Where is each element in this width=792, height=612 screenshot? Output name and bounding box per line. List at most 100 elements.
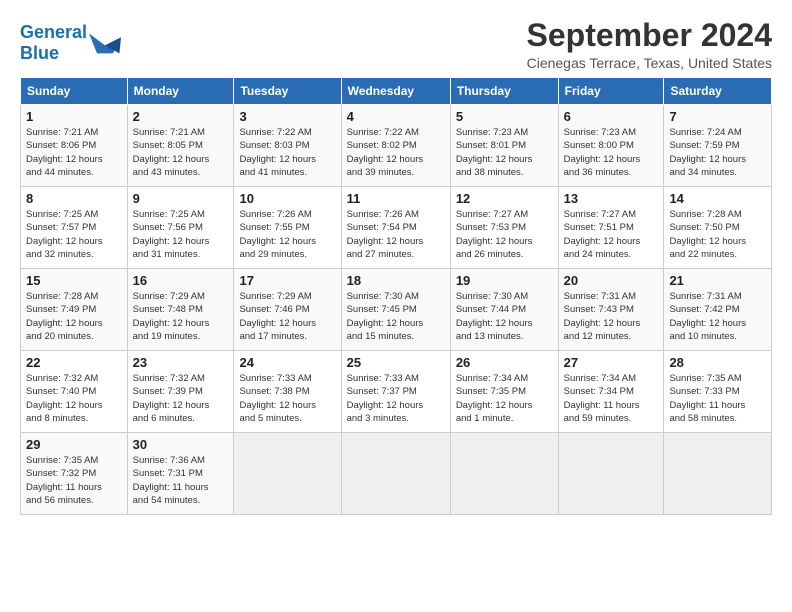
day-info: Sunrise: 7:29 AM Sunset: 7:48 PM Dayligh… bbox=[133, 290, 229, 343]
day-number: 17 bbox=[239, 273, 335, 288]
calendar-day-header: Monday bbox=[127, 78, 234, 105]
calendar-day-cell: 29 Sunrise: 7:35 AM Sunset: 7:32 PM Dayli… bbox=[21, 433, 128, 515]
subtitle: Cienegas Terrace, Texas, United States bbox=[527, 55, 772, 71]
day-number: 4 bbox=[347, 109, 445, 124]
calendar-header-row: SundayMondayTuesdayWednesdayThursdayFrid… bbox=[21, 78, 772, 105]
logo-icon bbox=[89, 29, 121, 57]
calendar-week-row: 29 Sunrise: 7:35 AM Sunset: 7:32 PM Dayli… bbox=[21, 433, 772, 515]
day-number: 22 bbox=[26, 355, 122, 370]
calendar-day-cell: 30 Sunrise: 7:36 AM Sunset: 7:31 PM Dayli… bbox=[127, 433, 234, 515]
calendar-day-cell: 2 Sunrise: 7:21 AM Sunset: 8:05 PM Daylig… bbox=[127, 105, 234, 187]
calendar-day-cell: 1Sunrise: 7:21 AM Sunset: 8:06 PM Daylig… bbox=[21, 105, 128, 187]
day-info: Sunrise: 7:27 AM Sunset: 7:53 PM Dayligh… bbox=[456, 208, 553, 261]
calendar-week-row: 1Sunrise: 7:21 AM Sunset: 8:06 PM Daylig… bbox=[21, 105, 772, 187]
day-number: 2 bbox=[133, 109, 229, 124]
day-number: 8 bbox=[26, 191, 122, 206]
calendar-day-header: Thursday bbox=[450, 78, 558, 105]
day-info: Sunrise: 7:22 AM Sunset: 8:03 PM Dayligh… bbox=[239, 126, 335, 179]
day-number: 23 bbox=[133, 355, 229, 370]
day-info: Sunrise: 7:27 AM Sunset: 7:51 PM Dayligh… bbox=[564, 208, 659, 261]
day-number: 19 bbox=[456, 273, 553, 288]
calendar-day-cell: 20Sunrise: 7:31 AM Sunset: 7:43 PM Dayli… bbox=[558, 269, 664, 351]
calendar-day-cell bbox=[234, 433, 341, 515]
calendar-day-header: Tuesday bbox=[234, 78, 341, 105]
day-info: Sunrise: 7:28 AM Sunset: 7:50 PM Dayligh… bbox=[669, 208, 766, 261]
calendar-day-header: Sunday bbox=[21, 78, 128, 105]
day-info: Sunrise: 7:25 AM Sunset: 7:56 PM Dayligh… bbox=[133, 208, 229, 261]
day-info: Sunrise: 7:30 AM Sunset: 7:44 PM Dayligh… bbox=[456, 290, 553, 343]
calendar-day-cell: 25 Sunrise: 7:33 AM Sunset: 7:37 PM Dayli… bbox=[341, 351, 450, 433]
calendar-day-cell: 14 Sunrise: 7:28 AM Sunset: 7:50 PM Dayli… bbox=[664, 187, 772, 269]
day-number: 30 bbox=[133, 437, 229, 452]
calendar-day-cell: 19 Sunrise: 7:30 AM Sunset: 7:44 PM Dayli… bbox=[450, 269, 558, 351]
calendar-day-cell: 11Sunrise: 7:26 AM Sunset: 7:54 PM Dayli… bbox=[341, 187, 450, 269]
calendar-day-cell: 8Sunrise: 7:25 AM Sunset: 7:57 PM Daylig… bbox=[21, 187, 128, 269]
calendar-day-cell: 4 Sunrise: 7:22 AM Sunset: 8:02 PM Daylig… bbox=[341, 105, 450, 187]
main-title: September 2024 bbox=[527, 18, 772, 53]
day-info: Sunrise: 7:30 AM Sunset: 7:45 PM Dayligh… bbox=[347, 290, 445, 343]
day-number: 15 bbox=[26, 273, 122, 288]
day-info: Sunrise: 7:24 AM Sunset: 7:59 PM Dayligh… bbox=[669, 126, 766, 179]
title-block: September 2024 Cienegas Terrace, Texas, … bbox=[527, 18, 772, 71]
calendar-day-cell: 7 Sunrise: 7:24 AM Sunset: 7:59 PM Daylig… bbox=[664, 105, 772, 187]
logo: General Blue bbox=[20, 22, 121, 63]
day-info: Sunrise: 7:32 AM Sunset: 7:39 PM Dayligh… bbox=[133, 372, 229, 425]
calendar-day-cell bbox=[341, 433, 450, 515]
calendar-day-cell: 26 Sunrise: 7:34 AM Sunset: 7:35 PM Dayli… bbox=[450, 351, 558, 433]
day-info: Sunrise: 7:34 AM Sunset: 7:34 PM Dayligh… bbox=[564, 372, 659, 425]
calendar-day-header: Wednesday bbox=[341, 78, 450, 105]
calendar-day-cell: 24Sunrise: 7:33 AM Sunset: 7:38 PM Dayli… bbox=[234, 351, 341, 433]
day-info: Sunrise: 7:33 AM Sunset: 7:38 PM Dayligh… bbox=[239, 372, 335, 425]
day-number: 13 bbox=[564, 191, 659, 206]
day-info: Sunrise: 7:34 AM Sunset: 7:35 PM Dayligh… bbox=[456, 372, 553, 425]
day-info: Sunrise: 7:21 AM Sunset: 8:06 PM Dayligh… bbox=[26, 126, 122, 179]
calendar-day-cell: 27 Sunrise: 7:34 AM Sunset: 7:34 PM Dayli… bbox=[558, 351, 664, 433]
day-info: Sunrise: 7:36 AM Sunset: 7:31 PM Dayligh… bbox=[133, 454, 229, 507]
calendar-day-cell: 3 Sunrise: 7:22 AM Sunset: 8:03 PM Daylig… bbox=[234, 105, 341, 187]
calendar-day-cell: 6Sunrise: 7:23 AM Sunset: 8:00 PM Daylig… bbox=[558, 105, 664, 187]
day-info: Sunrise: 7:23 AM Sunset: 8:01 PM Dayligh… bbox=[456, 126, 553, 179]
calendar-day-cell: 21 Sunrise: 7:31 AM Sunset: 7:42 PM Dayli… bbox=[664, 269, 772, 351]
day-info: Sunrise: 7:35 AM Sunset: 7:33 PM Dayligh… bbox=[669, 372, 766, 425]
calendar-day-cell: 9 Sunrise: 7:25 AM Sunset: 7:56 PM Daylig… bbox=[127, 187, 234, 269]
day-number: 25 bbox=[347, 355, 445, 370]
day-number: 16 bbox=[133, 273, 229, 288]
calendar-day-cell bbox=[450, 433, 558, 515]
day-info: Sunrise: 7:22 AM Sunset: 8:02 PM Dayligh… bbox=[347, 126, 445, 179]
day-number: 9 bbox=[133, 191, 229, 206]
day-info: Sunrise: 7:26 AM Sunset: 7:55 PM Dayligh… bbox=[239, 208, 335, 261]
day-number: 26 bbox=[456, 355, 553, 370]
day-info: Sunrise: 7:31 AM Sunset: 7:43 PM Dayligh… bbox=[564, 290, 659, 343]
calendar-day-cell: 13 Sunrise: 7:27 AM Sunset: 7:51 PM Dayli… bbox=[558, 187, 664, 269]
day-number: 12 bbox=[456, 191, 553, 206]
day-number: 21 bbox=[669, 273, 766, 288]
day-number: 14 bbox=[669, 191, 766, 206]
day-info: Sunrise: 7:29 AM Sunset: 7:46 PM Dayligh… bbox=[239, 290, 335, 343]
day-info: Sunrise: 7:32 AM Sunset: 7:40 PM Dayligh… bbox=[26, 372, 122, 425]
calendar-day-cell: 5 Sunrise: 7:23 AM Sunset: 8:01 PM Daylig… bbox=[450, 105, 558, 187]
header: General Blue September 2024 Cienegas Ter… bbox=[20, 18, 772, 71]
calendar-day-cell: 23 Sunrise: 7:32 AM Sunset: 7:39 PM Dayli… bbox=[127, 351, 234, 433]
calendar-day-cell: 18 Sunrise: 7:30 AM Sunset: 7:45 PM Dayli… bbox=[341, 269, 450, 351]
day-info: Sunrise: 7:21 AM Sunset: 8:05 PM Dayligh… bbox=[133, 126, 229, 179]
day-number: 27 bbox=[564, 355, 659, 370]
day-number: 29 bbox=[26, 437, 122, 452]
day-info: Sunrise: 7:35 AM Sunset: 7:32 PM Dayligh… bbox=[26, 454, 122, 507]
calendar-week-row: 22 Sunrise: 7:32 AM Sunset: 7:40 PM Dayli… bbox=[21, 351, 772, 433]
day-info: Sunrise: 7:33 AM Sunset: 7:37 PM Dayligh… bbox=[347, 372, 445, 425]
calendar-day-cell: 22 Sunrise: 7:32 AM Sunset: 7:40 PM Dayli… bbox=[21, 351, 128, 433]
calendar-day-cell: 17 Sunrise: 7:29 AM Sunset: 7:46 PM Dayli… bbox=[234, 269, 341, 351]
calendar-week-row: 15 Sunrise: 7:28 AM Sunset: 7:49 PM Dayli… bbox=[21, 269, 772, 351]
day-number: 3 bbox=[239, 109, 335, 124]
day-info: Sunrise: 7:31 AM Sunset: 7:42 PM Dayligh… bbox=[669, 290, 766, 343]
calendar-day-header: Saturday bbox=[664, 78, 772, 105]
day-number: 18 bbox=[347, 273, 445, 288]
day-number: 5 bbox=[456, 109, 553, 124]
day-number: 7 bbox=[669, 109, 766, 124]
calendar-day-header: Friday bbox=[558, 78, 664, 105]
day-info: Sunrise: 7:28 AM Sunset: 7:49 PM Dayligh… bbox=[26, 290, 122, 343]
calendar-day-cell bbox=[664, 433, 772, 515]
page: General Blue September 2024 Cienegas Ter… bbox=[0, 0, 792, 525]
calendar-table: SundayMondayTuesdayWednesdayThursdayFrid… bbox=[20, 77, 772, 515]
day-number: 10 bbox=[239, 191, 335, 206]
